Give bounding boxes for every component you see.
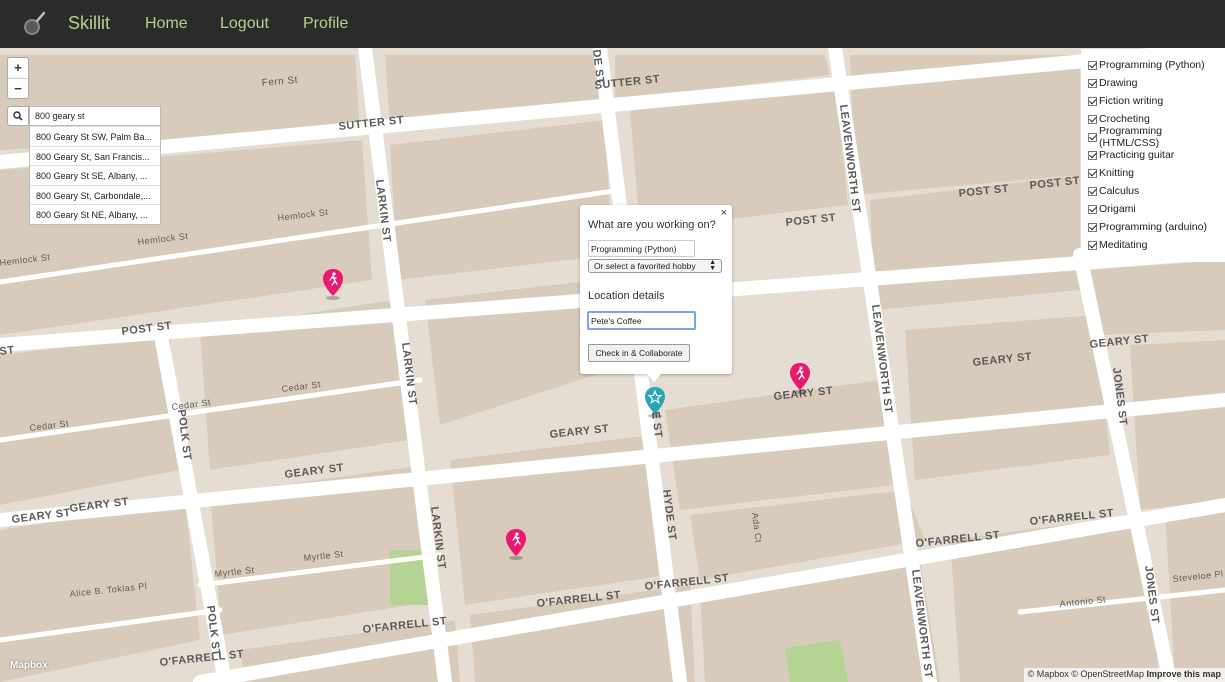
- hobby-checkbox[interactable]: [1088, 96, 1097, 106]
- hobby-checkbox[interactable]: [1088, 60, 1097, 70]
- hobby-filter-item[interactable]: Drawing: [1081, 74, 1225, 92]
- zoom-in-button[interactable]: +: [8, 58, 28, 78]
- hobby-filter-item[interactable]: Fiction writing: [1081, 92, 1225, 110]
- check-in-button[interactable]: Check in & Collaborate: [588, 344, 690, 362]
- person-marker-icon[interactable]: [788, 362, 812, 394]
- navbar: Skillit Home Logout Profile: [0, 0, 1225, 48]
- hobby-checkbox[interactable]: [1088, 78, 1097, 88]
- hobby-filter-item[interactable]: Meditating: [1081, 236, 1225, 254]
- hobby-label: Fiction writing: [1099, 95, 1164, 107]
- hobby-label: Drawing: [1099, 77, 1138, 89]
- person-marker-icon[interactable]: [321, 268, 345, 300]
- hobby-checkbox[interactable]: [1088, 240, 1097, 250]
- hobby-checkbox[interactable]: [1088, 186, 1097, 196]
- hobby-filter-item[interactable]: Calculus: [1081, 182, 1225, 200]
- hobby-filter-item[interactable]: Knitting: [1081, 164, 1225, 182]
- map-attribution[interactable]: © Mapbox © OpenStreetMap Improve this ma…: [1023, 668, 1225, 682]
- select-arrows-icon: ▲ ▼: [709, 259, 716, 272]
- hobby-checkbox[interactable]: [1088, 222, 1097, 232]
- hobby-checkbox[interactable]: [1088, 168, 1097, 178]
- person-marker-icon[interactable]: [504, 528, 528, 560]
- search-icon: [13, 111, 23, 121]
- geocoder-search-button[interactable]: [7, 106, 29, 126]
- improve-map-link[interactable]: Improve this map: [1146, 669, 1221, 679]
- hobby-label: Knitting: [1099, 167, 1135, 179]
- hobby-label: Crocheting: [1099, 113, 1150, 125]
- geocoder-result[interactable]: 800 Geary St SE, Albany, ...: [30, 165, 160, 185]
- brand[interactable]: Skillit: [68, 13, 110, 34]
- geocoder-result[interactable]: 800 Geary St SW, Palm Ba...: [30, 126, 160, 146]
- mapbox-logo[interactable]: Mapbox: [10, 660, 48, 671]
- geocoder-result[interactable]: 800 Geary St NE, Albany, ...: [30, 204, 160, 224]
- nav-home-link[interactable]: Home: [145, 15, 188, 33]
- geocoder-results: 800 Geary St SW, Palm Ba... 800 Geary St…: [29, 126, 161, 225]
- star-marker-icon[interactable]: [643, 386, 667, 418]
- hobby-filter-panel: Programming (Python) Drawing Fiction wri…: [1081, 49, 1225, 262]
- hobby-label: Practicing guitar: [1099, 149, 1175, 161]
- hobby-checkbox[interactable]: [1088, 204, 1097, 214]
- location-input[interactable]: [587, 311, 696, 330]
- hobby-label: Programming (HTML/CSS): [1099, 125, 1163, 149]
- hobby-checkbox[interactable]: [1088, 114, 1097, 124]
- hobby-label: Calculus: [1099, 185, 1140, 197]
- hobby-filter-item[interactable]: Programming (HTML/CSS): [1081, 125, 1225, 149]
- location-label: Location details: [588, 290, 665, 302]
- checkin-popup: × What are you working on? Or select a f…: [580, 205, 732, 374]
- hobby-checkbox[interactable]: [1088, 132, 1097, 142]
- zoom-out-button[interactable]: −: [8, 78, 28, 98]
- hobby-input[interactable]: [588, 240, 695, 257]
- geocoder-result[interactable]: 800 Geary St, Carbondale,...: [30, 184, 160, 205]
- popup-title: What are you working on?: [588, 219, 716, 231]
- hobby-label: Programming (arduino): [1099, 221, 1207, 233]
- favorite-hobby-select[interactable]: Or select a favorited hobby ▲ ▼: [588, 259, 722, 273]
- nav-profile-link[interactable]: Profile: [303, 15, 348, 33]
- hobby-filter-item[interactable]: Origami: [1081, 200, 1225, 218]
- frying-pan-logo-icon[interactable]: [20, 11, 46, 37]
- hobby-label: Origami: [1099, 203, 1136, 215]
- hobby-filter-item[interactable]: Programming (Python): [1081, 56, 1225, 74]
- hobby-checkbox[interactable]: [1088, 150, 1097, 160]
- geocoder-result[interactable]: 800 Geary St, San Francis...: [30, 145, 160, 166]
- street-label: ST: [0, 344, 15, 358]
- hobby-label: Programming (Python): [1099, 59, 1205, 71]
- nav-logout-link[interactable]: Logout: [220, 15, 269, 33]
- hobby-filter-item[interactable]: Programming (arduino): [1081, 218, 1225, 236]
- attribution-text[interactable]: © Mapbox © OpenStreetMap: [1028, 669, 1144, 679]
- popup-tip: [646, 373, 662, 382]
- select-label: Or select a favorited hobby: [594, 261, 696, 271]
- zoom-control: + −: [7, 57, 29, 99]
- hobby-label: Meditating: [1099, 239, 1148, 251]
- geocoder-input[interactable]: [29, 106, 161, 126]
- popup-close-button[interactable]: ×: [721, 207, 727, 219]
